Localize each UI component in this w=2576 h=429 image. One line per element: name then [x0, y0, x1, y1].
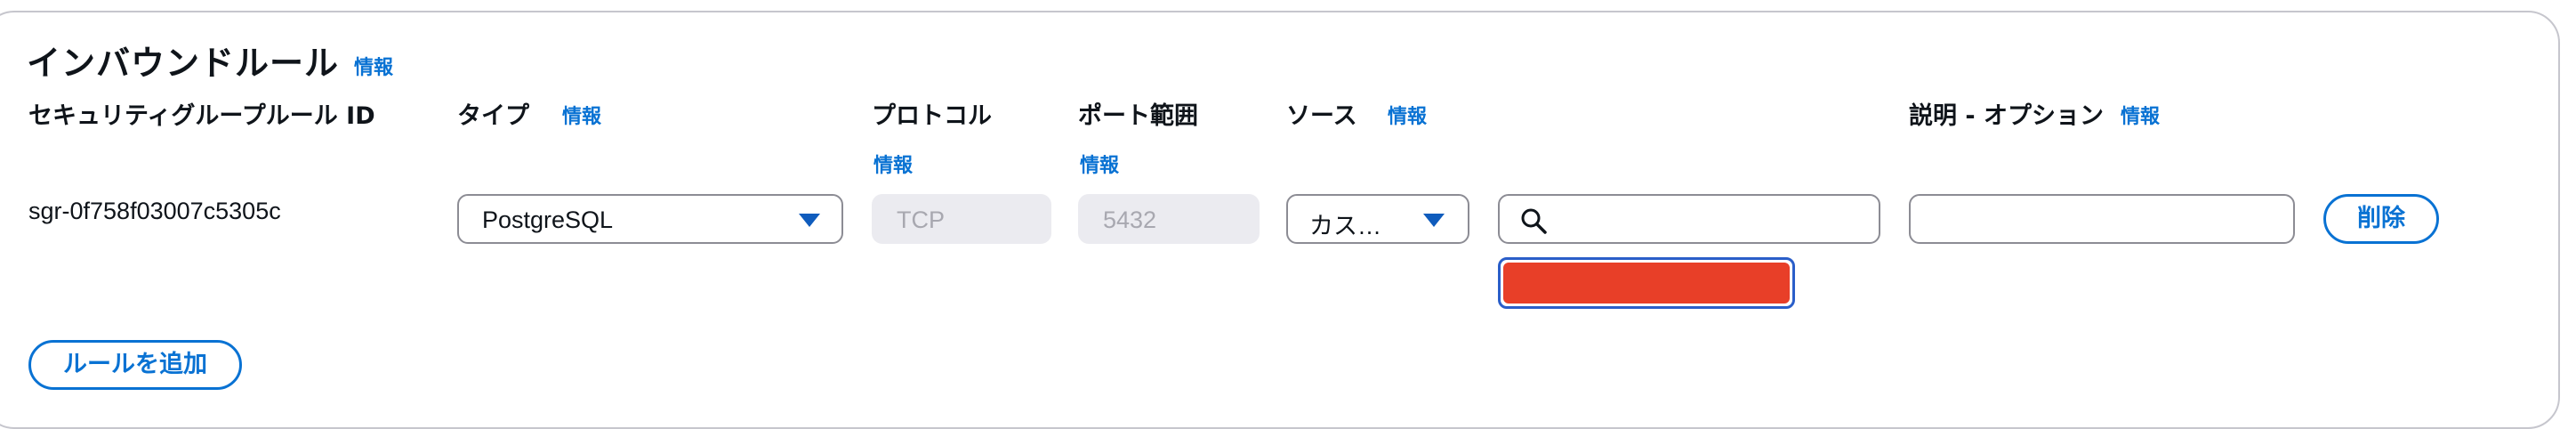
panel-title: インバウンドルール	[27, 44, 340, 83]
search-icon	[1521, 208, 1547, 234]
caret-down-icon	[799, 214, 820, 227]
title-info-link[interactable]: 情報	[354, 52, 393, 80]
source-info-link[interactable]: 情報	[1388, 101, 1427, 129]
column-header-protocol: プロトコル	[872, 102, 992, 130]
source-error-fill	[1503, 263, 1790, 304]
protocol-value: TCP	[897, 206, 945, 233]
type-select-value: PostgreSQL	[482, 206, 614, 233]
description-input[interactable]	[1909, 194, 2295, 244]
protocol-field: TCP	[872, 194, 1051, 244]
rule-id-value: sgr-0f758f03007c5305c	[28, 198, 281, 224]
port-range-value: 5432	[1103, 206, 1157, 233]
port-range-field: 5432	[1078, 194, 1260, 244]
source-error-token[interactable]	[1498, 257, 1795, 309]
caret-down-icon	[1423, 214, 1445, 227]
column-header-description: 説明 - オプション	[1909, 102, 2105, 130]
source-search-field[interactable]	[1498, 194, 1880, 244]
column-header-type: タイプ	[457, 102, 529, 130]
delete-rule-button[interactable]: 削除	[2323, 194, 2439, 244]
type-select[interactable]: PostgreSQL	[457, 194, 843, 244]
column-header-rule-id: セキュリティグループルール ID	[28, 102, 375, 130]
add-rule-button[interactable]: ルールを追加	[28, 340, 242, 390]
source-type-select[interactable]: カス…	[1286, 194, 1469, 244]
port-range-info-link[interactable]: 情報	[1080, 150, 1119, 178]
description-info-link[interactable]: 情報	[2121, 101, 2160, 129]
type-info-link[interactable]: 情報	[562, 101, 601, 129]
column-header-source: ソース	[1286, 102, 1357, 130]
column-header-port-range: ポート範囲	[1078, 102, 1198, 130]
protocol-info-link[interactable]: 情報	[873, 150, 913, 178]
source-type-value: カス…	[1309, 213, 1381, 239]
